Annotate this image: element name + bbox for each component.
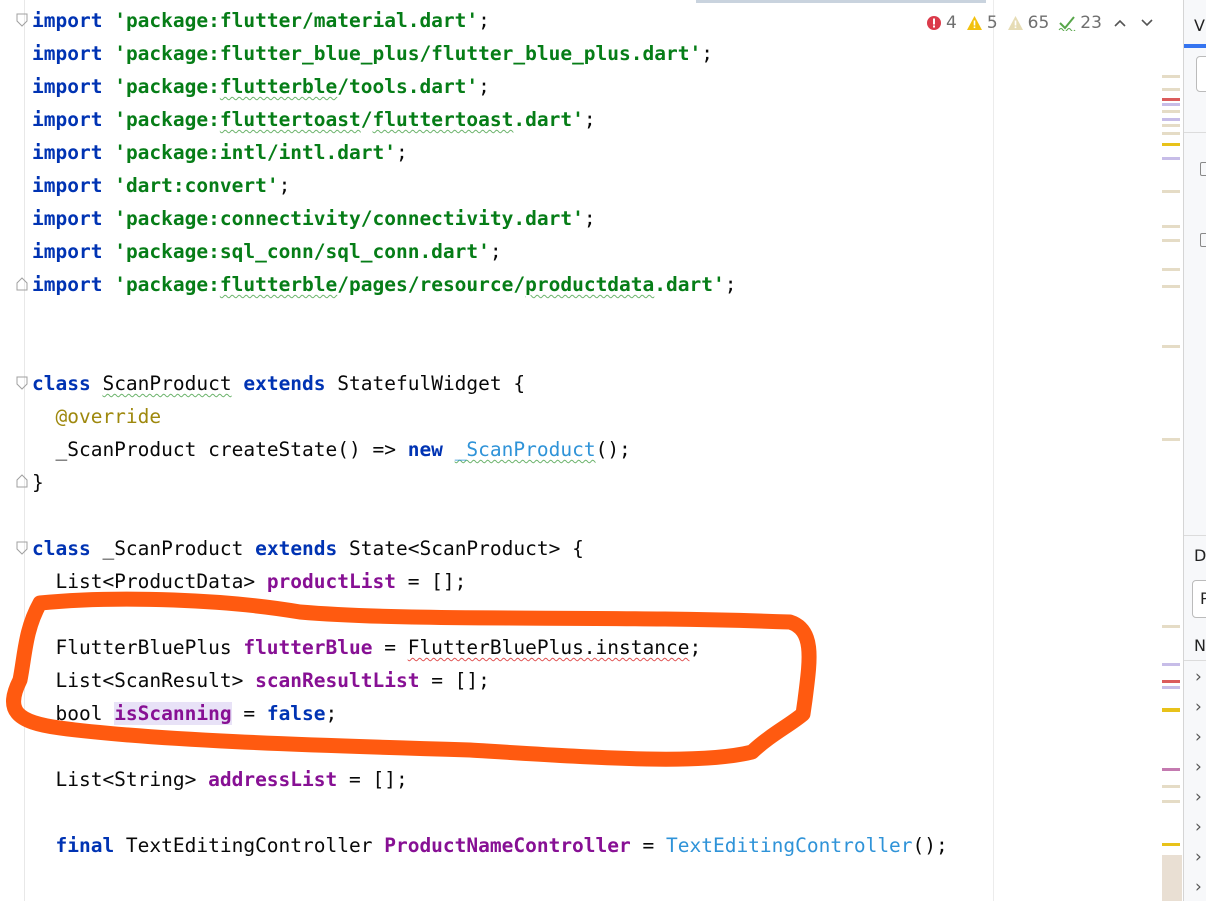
chevron-right-icon[interactable]: › [1195,757,1202,777]
stripe-mark[interactable] [1162,680,1180,683]
code-line: import 'package:flutter_blue_plus/flutte… [32,42,713,65]
code-line: import 'dart:convert'; [32,174,291,197]
stripe-mark[interactable] [1162,239,1180,242]
stripe-mark[interactable] [1162,143,1180,146]
panel-field-label: P [1200,589,1206,608]
editor-gutter [0,0,25,901]
stripe-mark[interactable] [1162,88,1180,91]
chevron-right-icon[interactable]: › [1195,787,1202,807]
stripe-mark[interactable] [1162,785,1180,788]
stripe-mark[interactable] [1162,118,1180,121]
stripe-mark[interactable] [1162,843,1180,846]
checkbox[interactable] [1200,233,1206,247]
typo-check-icon [1058,16,1076,31]
stripe-mark[interactable] [1162,75,1180,78]
chevron-right-icon[interactable]: › [1195,817,1202,837]
scrollbar-thumb[interactable] [1162,855,1182,901]
stripe-mark[interactable] [1162,768,1180,771]
stripe-mark[interactable] [1162,98,1180,101]
code-line: import 'package:flutter/material.dart'; [32,9,490,32]
stripe-mark[interactable] [1162,438,1180,441]
divider [1184,132,1206,133]
code-line: import 'package:intl/intl.dart'; [32,141,408,164]
weak-warnings-indicator[interactable]: 65 [1007,13,1050,33]
stripe-mark[interactable] [1162,268,1180,271]
fold-end-icon[interactable] [16,277,28,291]
code-line: } [32,471,44,494]
code-line: final TextEditingController ProductNameC… [55,834,948,857]
stripe-mark[interactable] [1162,686,1180,689]
errors-count: 4 [946,13,957,33]
panel-title: Vi [1194,16,1206,35]
weak-warning-icon [1007,16,1023,30]
divider [1184,535,1206,536]
chevron-right-icon[interactable]: › [1195,727,1202,747]
active-tab-indicator [1184,44,1206,48]
stripe-mark[interactable] [1162,663,1180,666]
fold-start-icon[interactable] [16,376,28,390]
code-line: import 'package:flutterble/pages/resourc… [32,273,737,296]
code-line: import 'package:sql_conn/sql_conn.dart'; [32,240,502,263]
panel-field[interactable]: P [1192,580,1206,618]
fold-end-icon[interactable] [16,474,28,488]
code-line: @override [55,405,162,428]
panel-column-label: N [1194,636,1206,655]
code-line: class ScanProduct extends StatefulWidget… [32,372,526,395]
chevron-right-icon[interactable]: › [1195,877,1202,897]
code-line: class _ScanProduct extends State<ScanPro… [32,537,584,560]
chevron-right-icon[interactable]: › [1195,667,1202,687]
checkbox[interactable] [1200,162,1206,176]
code-line: List<String> addressList = []; [55,768,408,791]
stripe-mark[interactable] [1162,225,1180,228]
typos-count: 23 [1080,13,1102,33]
typos-indicator[interactable]: 23 [1058,13,1102,33]
tool-window-panel: Vi D P N › › › › › › › › [1183,0,1206,901]
stripe-mark[interactable] [1162,625,1180,628]
stripe-mark[interactable] [1162,124,1180,127]
warnings-count: 5 [986,13,998,33]
code-line: List<ProductData> productList = []; [55,570,467,593]
stripe-mark[interactable] [1162,103,1180,106]
code-line: FlutterBluePlus flutterBlue = FlutterBlu… [55,636,702,659]
stripe-mark[interactable] [1162,157,1180,160]
panel-input[interactable] [1196,56,1206,92]
stripe-mark[interactable] [1162,285,1180,288]
code-line: _ScanProduct createState() => new _ScanP… [55,438,631,461]
stripe-mark[interactable] [1162,800,1180,803]
fold-start-icon[interactable] [16,13,28,27]
chevron-right-icon[interactable]: › [1195,697,1202,717]
previous-highlight-button[interactable] [1111,13,1129,33]
errors-indicator[interactable]: 4 [926,13,957,33]
chevron-down-icon [1141,19,1153,27]
stripe-mark[interactable] [1162,110,1180,113]
divider [1184,660,1206,661]
fold-start-icon[interactable] [16,541,28,555]
chevron-up-icon [1114,19,1126,27]
code-line: import 'package:flutterble/tools.dart'; [32,75,490,98]
chevron-right-icon[interactable]: › [1195,847,1202,867]
panel-section-label: D [1194,546,1206,565]
code-line: List<ScanResult> scanResultList = []; [55,669,490,692]
stripe-mark[interactable] [1162,132,1180,135]
code-editor[interactable]: import 'package:flutter/material.dart'; … [32,0,1206,901]
stripe-mark[interactable] [1162,708,1180,712]
code-line: import 'package:connectivity/connectivit… [32,207,596,230]
error-icon [927,16,941,30]
stripe-mark[interactable] [1162,345,1180,348]
warning-icon [966,16,982,30]
code-line: bool isScanning = false; [55,702,338,725]
next-highlight-button[interactable] [1138,13,1156,33]
stripe-mark[interactable] [1162,190,1180,193]
code-line: import 'package:fluttertoast/fluttertoas… [32,108,596,131]
inspection-widget[interactable]: 4 5 65 23 [926,10,1156,36]
error-stripe[interactable] [1160,0,1182,901]
warnings-indicator[interactable]: 5 [966,13,998,33]
weak-warnings-count: 65 [1027,13,1050,33]
